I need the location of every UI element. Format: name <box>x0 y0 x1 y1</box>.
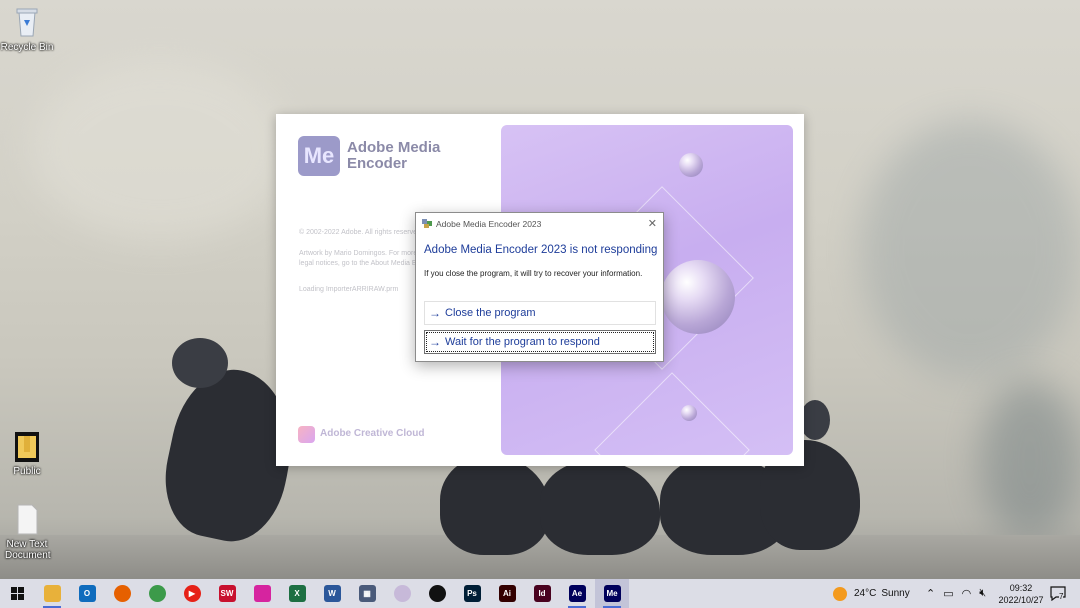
weather-widget[interactable]: 24°C Sunny <box>833 579 910 608</box>
chrome-icon <box>148 585 166 602</box>
wallpaper-shape <box>30 60 290 240</box>
taskbar-excel-button[interactable]: X <box>280 579 314 608</box>
photoshop-icon: Ps <box>463 585 481 602</box>
after-effects-icon: Ae <box>568 585 586 602</box>
taskbar-photoshop-button[interactable]: Ps <box>455 579 489 608</box>
crow-shape <box>172 338 228 388</box>
sun-icon <box>833 586 847 601</box>
close-program-button[interactable]: → Close the program <box>424 301 656 325</box>
arrow-right-icon: → <box>429 335 441 349</box>
copyright-text: © 2002-2022 Adobe. All rights reserved. <box>299 229 419 236</box>
taskbar: O ▶ SW X W ▦ Ps Ai Id Ae Me 24°C Sunny ⌃ ▭ ◠ 🔇︎ 09… <box>0 579 1080 608</box>
recycle-bin-icon <box>12 6 42 40</box>
media-encoder-icon: Me <box>603 585 621 602</box>
start-button[interactable] <box>0 579 34 608</box>
close-program-label: Close the program <box>445 307 536 319</box>
taskbar-calculator-button[interactable]: ▦ <box>350 579 384 608</box>
taskbar-media-encoder-button[interactable]: Me <box>595 579 629 608</box>
desktop-icon-public[interactable]: Public <box>0 430 57 477</box>
solidworks-icon: SW <box>218 585 236 602</box>
weather-temperature: 24°C <box>854 588 877 599</box>
crow-shape <box>440 455 550 555</box>
artwork-shape <box>681 405 697 421</box>
inkscape-icon <box>428 585 446 602</box>
notification-icon <box>1050 586 1066 601</box>
folder-icon <box>12 430 42 464</box>
taskbar-youtube-button[interactable]: ▶ <box>175 579 209 608</box>
indesign-icon: Id <box>533 585 551 602</box>
media-encoder-logo: Me <box>298 136 340 176</box>
crow-shape <box>800 400 830 440</box>
outlook-icon: O <box>78 585 96 602</box>
battery-icon[interactable]: ▭ <box>943 587 953 600</box>
clock-time: 09:32 <box>1009 583 1033 593</box>
firefox-icon <box>113 585 131 602</box>
chevron-up-icon[interactable]: ⌃ <box>926 587 935 600</box>
wifi-icon[interactable]: ◠ <box>962 587 972 600</box>
desktop-icon-label: Public <box>13 466 41 477</box>
taskbar-firefox-button[interactable] <box>105 579 139 608</box>
taskbar-illustrator-button[interactable]: Ai <box>490 579 524 608</box>
illustrator-icon: Ai <box>498 585 516 602</box>
speaker-muted-icon[interactable]: 🔇︎ <box>979 587 986 600</box>
taskbar-solidworks-button[interactable]: SW <box>210 579 244 608</box>
taskbar-word-button[interactable]: W <box>315 579 349 608</box>
product-name: Adobe Media Encoder <box>347 140 487 172</box>
close-icon[interactable]: ✕ <box>648 217 657 230</box>
notification-count: 7 <box>1059 592 1064 601</box>
dialog-heading: Adobe Media Encoder 2023 is not respondi… <box>424 244 658 256</box>
product-name-line: Encoder <box>347 155 408 172</box>
wait-for-program-button[interactable]: → Wait for the program to respond <box>424 330 656 354</box>
artwork-credit: Artwork by Mario Domingos. For more deta… <box>299 250 419 257</box>
wait-for-program-label: Wait for the program to respond <box>445 336 600 348</box>
wallpaper-ledge <box>0 535 1080 580</box>
calculator-icon: ▦ <box>358 585 376 602</box>
taskbar-outlook-button[interactable]: O <box>70 579 104 608</box>
paint-icon <box>393 585 411 602</box>
clock-date: 2022/10/27 <box>998 595 1044 605</box>
desktop-icon-label: New Text Document <box>5 539 51 561</box>
text-file-icon <box>12 503 42 537</box>
word-icon: W <box>323 585 341 602</box>
artwork-shape <box>661 260 735 334</box>
desktop-icon-recycle-bin[interactable]: Recycle Bin <box>0 6 57 53</box>
dialog-message: If you close the program, it will try to… <box>424 269 643 278</box>
product-name-line: Adobe Media <box>347 139 441 156</box>
legal-notice: legal notices, go to the About Media Enc… <box>299 260 419 267</box>
taskbar-indesign-button[interactable]: Id <box>525 579 559 608</box>
taskbar-instagram-button[interactable] <box>245 579 279 608</box>
wallpaper-shape <box>980 380 1080 540</box>
dialog-titlebar[interactable]: Adobe Media Encoder 2023 ✕ <box>416 213 663 235</box>
windows-logo-icon <box>10 587 24 600</box>
desktop-icon-new-text-document[interactable]: New Text Document <box>0 503 57 561</box>
artwork-shape <box>679 153 703 177</box>
system-tray: ⌃ ▭ ◠ 🔇︎ <box>926 579 986 608</box>
desktop-icon-label: Recycle Bin <box>0 42 54 53</box>
crow-shape <box>540 460 660 555</box>
taskbar-paint-button[interactable] <box>385 579 419 608</box>
instagram-icon <box>253 585 271 602</box>
weather-condition: Sunny <box>881 588 910 599</box>
excel-icon: X <box>288 585 306 602</box>
loading-status: Loading ImporterARRIRAW.prm <box>299 286 399 293</box>
taskbar-after-effects-button[interactable]: Ae <box>560 579 594 608</box>
youtube-icon: ▶ <box>183 585 201 602</box>
dialog-title: Adobe Media Encoder 2023 <box>436 219 542 229</box>
taskbar-chrome-button[interactable] <box>140 579 174 608</box>
app-icon <box>422 219 432 228</box>
not-responding-dialog: Adobe Media Encoder 2023 ✕ Adobe Media E… <box>415 212 664 362</box>
wallpaper-shape <box>860 120 1080 380</box>
creative-cloud-label: Adobe Creative Cloud <box>320 428 425 439</box>
taskbar-file-explorer-button[interactable] <box>35 579 69 608</box>
taskbar-inkscape-button[interactable] <box>420 579 454 608</box>
file-explorer-icon <box>43 585 61 602</box>
artwork-shape <box>594 372 750 455</box>
arrow-right-icon: → <box>429 306 441 320</box>
creative-cloud-icon <box>298 426 315 443</box>
notification-center[interactable]: 7 <box>1050 579 1066 608</box>
clock[interactable]: 09:32 2022/10/27 <box>993 582 1049 606</box>
